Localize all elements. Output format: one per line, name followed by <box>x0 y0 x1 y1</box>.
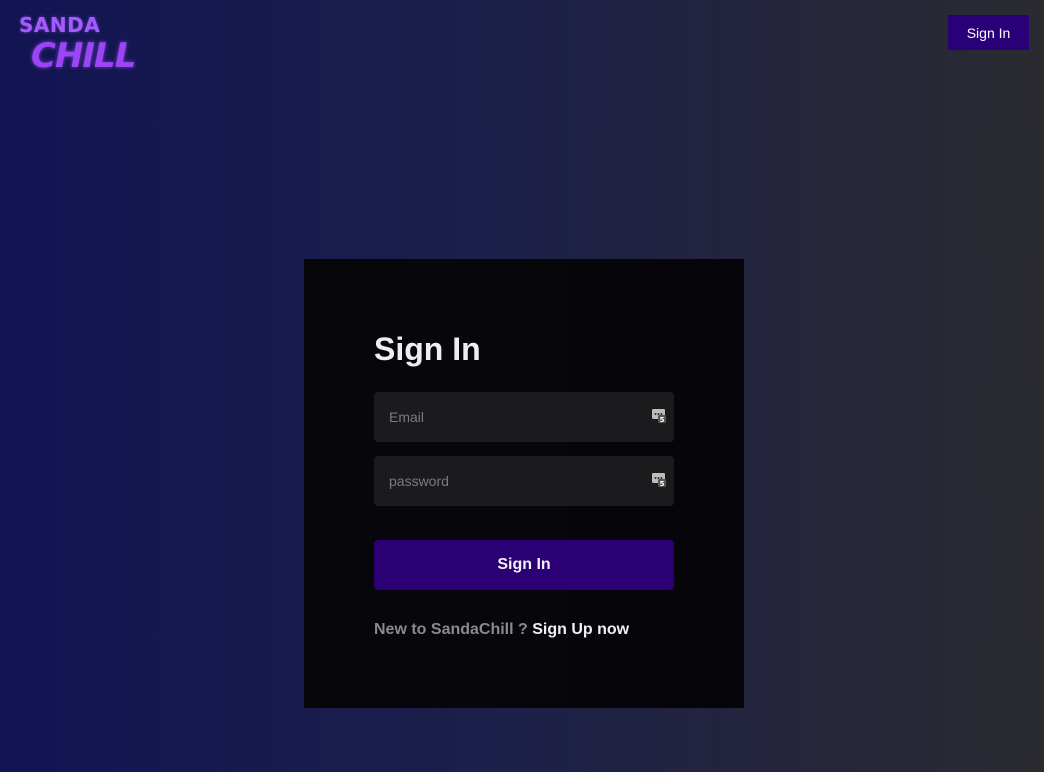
password-manager-icon[interactable]: 5 <box>652 473 666 487</box>
svg-text:5: 5 <box>660 480 665 487</box>
email-field-wrapper: 5 <box>374 392 674 442</box>
page-title: Sign In <box>374 331 481 367</box>
header-sign-in-button[interactable]: Sign In <box>948 15 1029 50</box>
svg-text:5: 5 <box>660 416 665 423</box>
sandachill-logo[interactable]: SANDA CHILL <box>19 13 136 84</box>
sign-up-link[interactable]: Sign Up now <box>532 621 629 638</box>
password-manager-icon[interactable]: 5 <box>652 409 666 423</box>
sign-in-card: Sign In 5 5 Sign In <box>304 259 744 708</box>
signup-prompt-text: New to SandaChill ? <box>374 621 528 638</box>
signup-prompt-line: New to SandaChill ? Sign Up now <box>374 621 674 639</box>
logo-text-top: SANDA <box>19 13 101 37</box>
password-field-wrapper: 5 <box>374 456 674 506</box>
email-field[interactable] <box>374 392 674 442</box>
logo-text-bottom: CHILL <box>31 36 136 76</box>
password-field[interactable] <box>374 456 674 506</box>
sign-in-submit-button[interactable]: Sign In <box>374 540 674 590</box>
sign-in-form: Sign In 5 5 Sign In <box>374 331 674 639</box>
